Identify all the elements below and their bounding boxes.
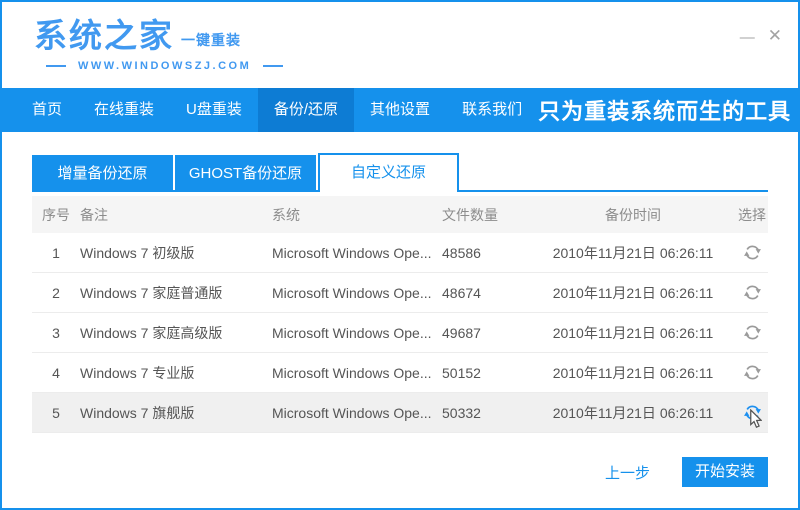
nav-item-home[interactable]: 首页 bbox=[16, 88, 78, 132]
app-window: 系统之家 一键重装 WWW.WINDOWSZJ.COM — ✕ 首页 在线重装 … bbox=[0, 0, 800, 510]
nav-item-online-reinstall[interactable]: 在线重装 bbox=[78, 88, 170, 132]
row-note: Windows 7 家庭高级版 bbox=[80, 323, 272, 343]
row-backup-time: 2010年11月21日 06:26:11 bbox=[534, 363, 732, 383]
table-row[interactable]: 3 Windows 7 家庭高级版 Microsoft Windows Ope.… bbox=[32, 313, 768, 353]
row-backup-time: 2010年11月21日 06:26:11 bbox=[534, 283, 732, 303]
nav-item-backup-restore[interactable]: 备份/还原 bbox=[258, 88, 354, 132]
row-file-count: 49687 bbox=[442, 325, 534, 341]
select-restore-button[interactable] bbox=[732, 353, 772, 392]
column-header-note: 备注 bbox=[80, 205, 272, 225]
row-system: Microsoft Windows Ope... bbox=[272, 365, 442, 381]
minimize-icon: — bbox=[740, 29, 754, 46]
nav-item-other-settings[interactable]: 其他设置 bbox=[354, 88, 446, 132]
column-header-system: 系统 bbox=[272, 205, 442, 225]
row-index: 3 bbox=[32, 325, 80, 341]
table-row[interactable]: 1 Windows 7 初级版 Microsoft Windows Ope...… bbox=[32, 233, 768, 273]
row-file-count: 48674 bbox=[442, 285, 534, 301]
row-index: 4 bbox=[32, 365, 80, 381]
row-file-count: 50152 bbox=[442, 365, 534, 381]
row-note: Windows 7 旗舰版 bbox=[80, 403, 272, 423]
minimize-button[interactable]: — bbox=[740, 26, 754, 45]
nav-slogan: 只为重装系统而生的工具 bbox=[538, 94, 800, 126]
main-nav: 首页 在线重装 U盘重装 备份/还原 其他设置 联系我们 只为重装系统而生的工具 bbox=[2, 88, 798, 132]
row-system: Microsoft Windows Ope... bbox=[272, 245, 442, 261]
dash-decoration bbox=[46, 65, 66, 67]
close-icon: ✕ bbox=[768, 26, 782, 45]
app-logo: 系统之家 bbox=[34, 19, 174, 52]
row-file-count: 50332 bbox=[442, 405, 534, 421]
table-header: 序号 备注 系统 文件数量 备份时间 选择 bbox=[32, 196, 768, 233]
row-index: 1 bbox=[32, 245, 80, 261]
row-system: Microsoft Windows Ope... bbox=[272, 325, 442, 341]
dash-decoration bbox=[263, 65, 283, 67]
row-note: Windows 7 家庭普通版 bbox=[80, 283, 272, 303]
row-system: Microsoft Windows Ope... bbox=[272, 285, 442, 301]
row-file-count: 48586 bbox=[442, 245, 534, 261]
tab-custom-restore[interactable]: 自定义还原 bbox=[318, 153, 459, 192]
row-system: Microsoft Windows Ope... bbox=[272, 405, 442, 421]
window-controls: — ✕ bbox=[740, 26, 782, 45]
refresh-select-icon bbox=[743, 323, 762, 342]
select-restore-button[interactable] bbox=[732, 273, 772, 312]
nav-item-usb-reinstall[interactable]: U盘重装 bbox=[170, 88, 258, 132]
app-logo-subtitle: 一键重装 bbox=[181, 30, 241, 50]
refresh-select-icon bbox=[743, 403, 762, 422]
table-row[interactable]: 2 Windows 7 家庭普通版 Microsoft Windows Ope.… bbox=[32, 273, 768, 313]
row-index: 5 bbox=[32, 405, 80, 421]
column-header-select: 选择 bbox=[732, 205, 772, 225]
row-backup-time: 2010年11月21日 06:26:11 bbox=[534, 403, 732, 423]
row-note: Windows 7 专业版 bbox=[80, 363, 272, 383]
tab-ghost-backup-restore[interactable]: GHOST备份还原 bbox=[175, 155, 316, 192]
nav-item-contact-us[interactable]: 联系我们 bbox=[446, 88, 538, 132]
refresh-select-icon bbox=[743, 363, 762, 382]
row-index: 2 bbox=[32, 285, 80, 301]
brand-logo: 系统之家 一键重装 WWW.WINDOWSZJ.COM bbox=[34, 19, 295, 72]
row-backup-time: 2010年11月21日 06:26:11 bbox=[534, 243, 732, 263]
previous-step-link[interactable]: 上一步 bbox=[605, 462, 650, 483]
select-restore-button[interactable] bbox=[732, 313, 772, 352]
footer-actions: 上一步 开始安装 bbox=[32, 457, 768, 487]
refresh-select-icon bbox=[743, 283, 762, 302]
select-restore-button[interactable] bbox=[732, 233, 772, 272]
select-restore-button[interactable] bbox=[732, 393, 772, 432]
column-header-backup-time: 备份时间 bbox=[534, 205, 732, 225]
close-button[interactable]: ✕ bbox=[768, 27, 782, 44]
table-row[interactable]: 5 Windows 7 旗舰版 Microsoft Windows Ope...… bbox=[32, 393, 768, 433]
main-content: 增量备份还原 GHOST备份还原 自定义还原 序号 备注 系统 文件数量 备份时… bbox=[2, 132, 798, 508]
title-bar: 系统之家 一键重装 WWW.WINDOWSZJ.COM — ✕ bbox=[2, 2, 798, 88]
row-note: Windows 7 初级版 bbox=[80, 243, 272, 263]
refresh-select-icon bbox=[743, 243, 762, 262]
tab-incremental-backup-restore[interactable]: 增量备份还原 bbox=[32, 155, 173, 192]
column-header-file-count: 文件数量 bbox=[442, 205, 534, 225]
start-install-button[interactable]: 开始安装 bbox=[682, 457, 768, 487]
brand-website: WWW.WINDOWSZJ.COM bbox=[78, 60, 251, 72]
column-header-index: 序号 bbox=[32, 205, 80, 225]
table-row[interactable]: 4 Windows 7 专业版 Microsoft Windows Ope...… bbox=[32, 353, 768, 393]
tab-bar: 增量备份还原 GHOST备份还原 自定义还原 bbox=[32, 153, 768, 192]
row-backup-time: 2010年11月21日 06:26:11 bbox=[534, 323, 732, 343]
